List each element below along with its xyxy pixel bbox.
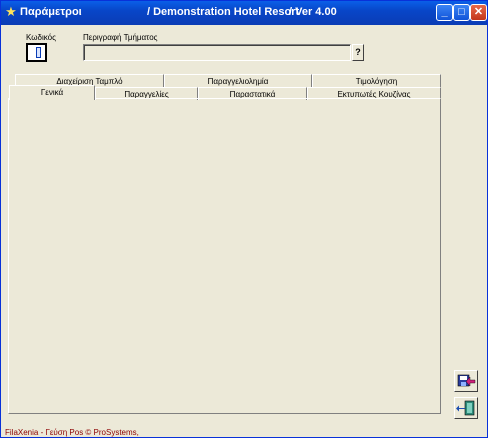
code-label: Κωδικός xyxy=(26,33,56,42)
window-version: / Ver 4.00 xyxy=(289,6,337,18)
exit-button[interactable] xyxy=(454,397,478,419)
footer-credit: FilaXenia - Γεύση Pos © ProSystems, xyxy=(5,428,139,437)
tab-general[interactable]: Γενικά xyxy=(9,85,95,100)
exit-door-icon xyxy=(456,400,475,416)
code-field[interactable] xyxy=(26,43,47,62)
text-caret xyxy=(36,47,41,58)
description-field[interactable] xyxy=(83,44,351,61)
star-icon: ★ xyxy=(5,4,17,19)
description-label: Περιγραφή Τμήματος xyxy=(83,33,158,42)
close-button[interactable]: ✕ xyxy=(470,4,487,21)
window-subtitle: / Demonstration Hotel Resort xyxy=(147,6,300,18)
tab-order-list[interactable]: Παραγγελιολημία xyxy=(164,74,312,87)
title-bar[interactable]: ★ Παράμετροι / Demonstration Hotel Resor… xyxy=(1,1,487,25)
tab-invoicing[interactable]: Τιμολόγηση xyxy=(312,74,441,87)
save-exit-icon xyxy=(457,374,476,387)
minimize-button[interactable]: _ xyxy=(436,4,453,21)
parameters-window: ★ Παράμετροι / Demonstration Hotel Resor… xyxy=(0,0,488,438)
window-title: Παράμετροι xyxy=(20,6,82,18)
tab-content-panel xyxy=(8,98,441,414)
maximize-button[interactable]: □ xyxy=(453,4,470,21)
save-exit-button[interactable] xyxy=(454,370,478,392)
help-button[interactable]: ? xyxy=(352,44,364,61)
